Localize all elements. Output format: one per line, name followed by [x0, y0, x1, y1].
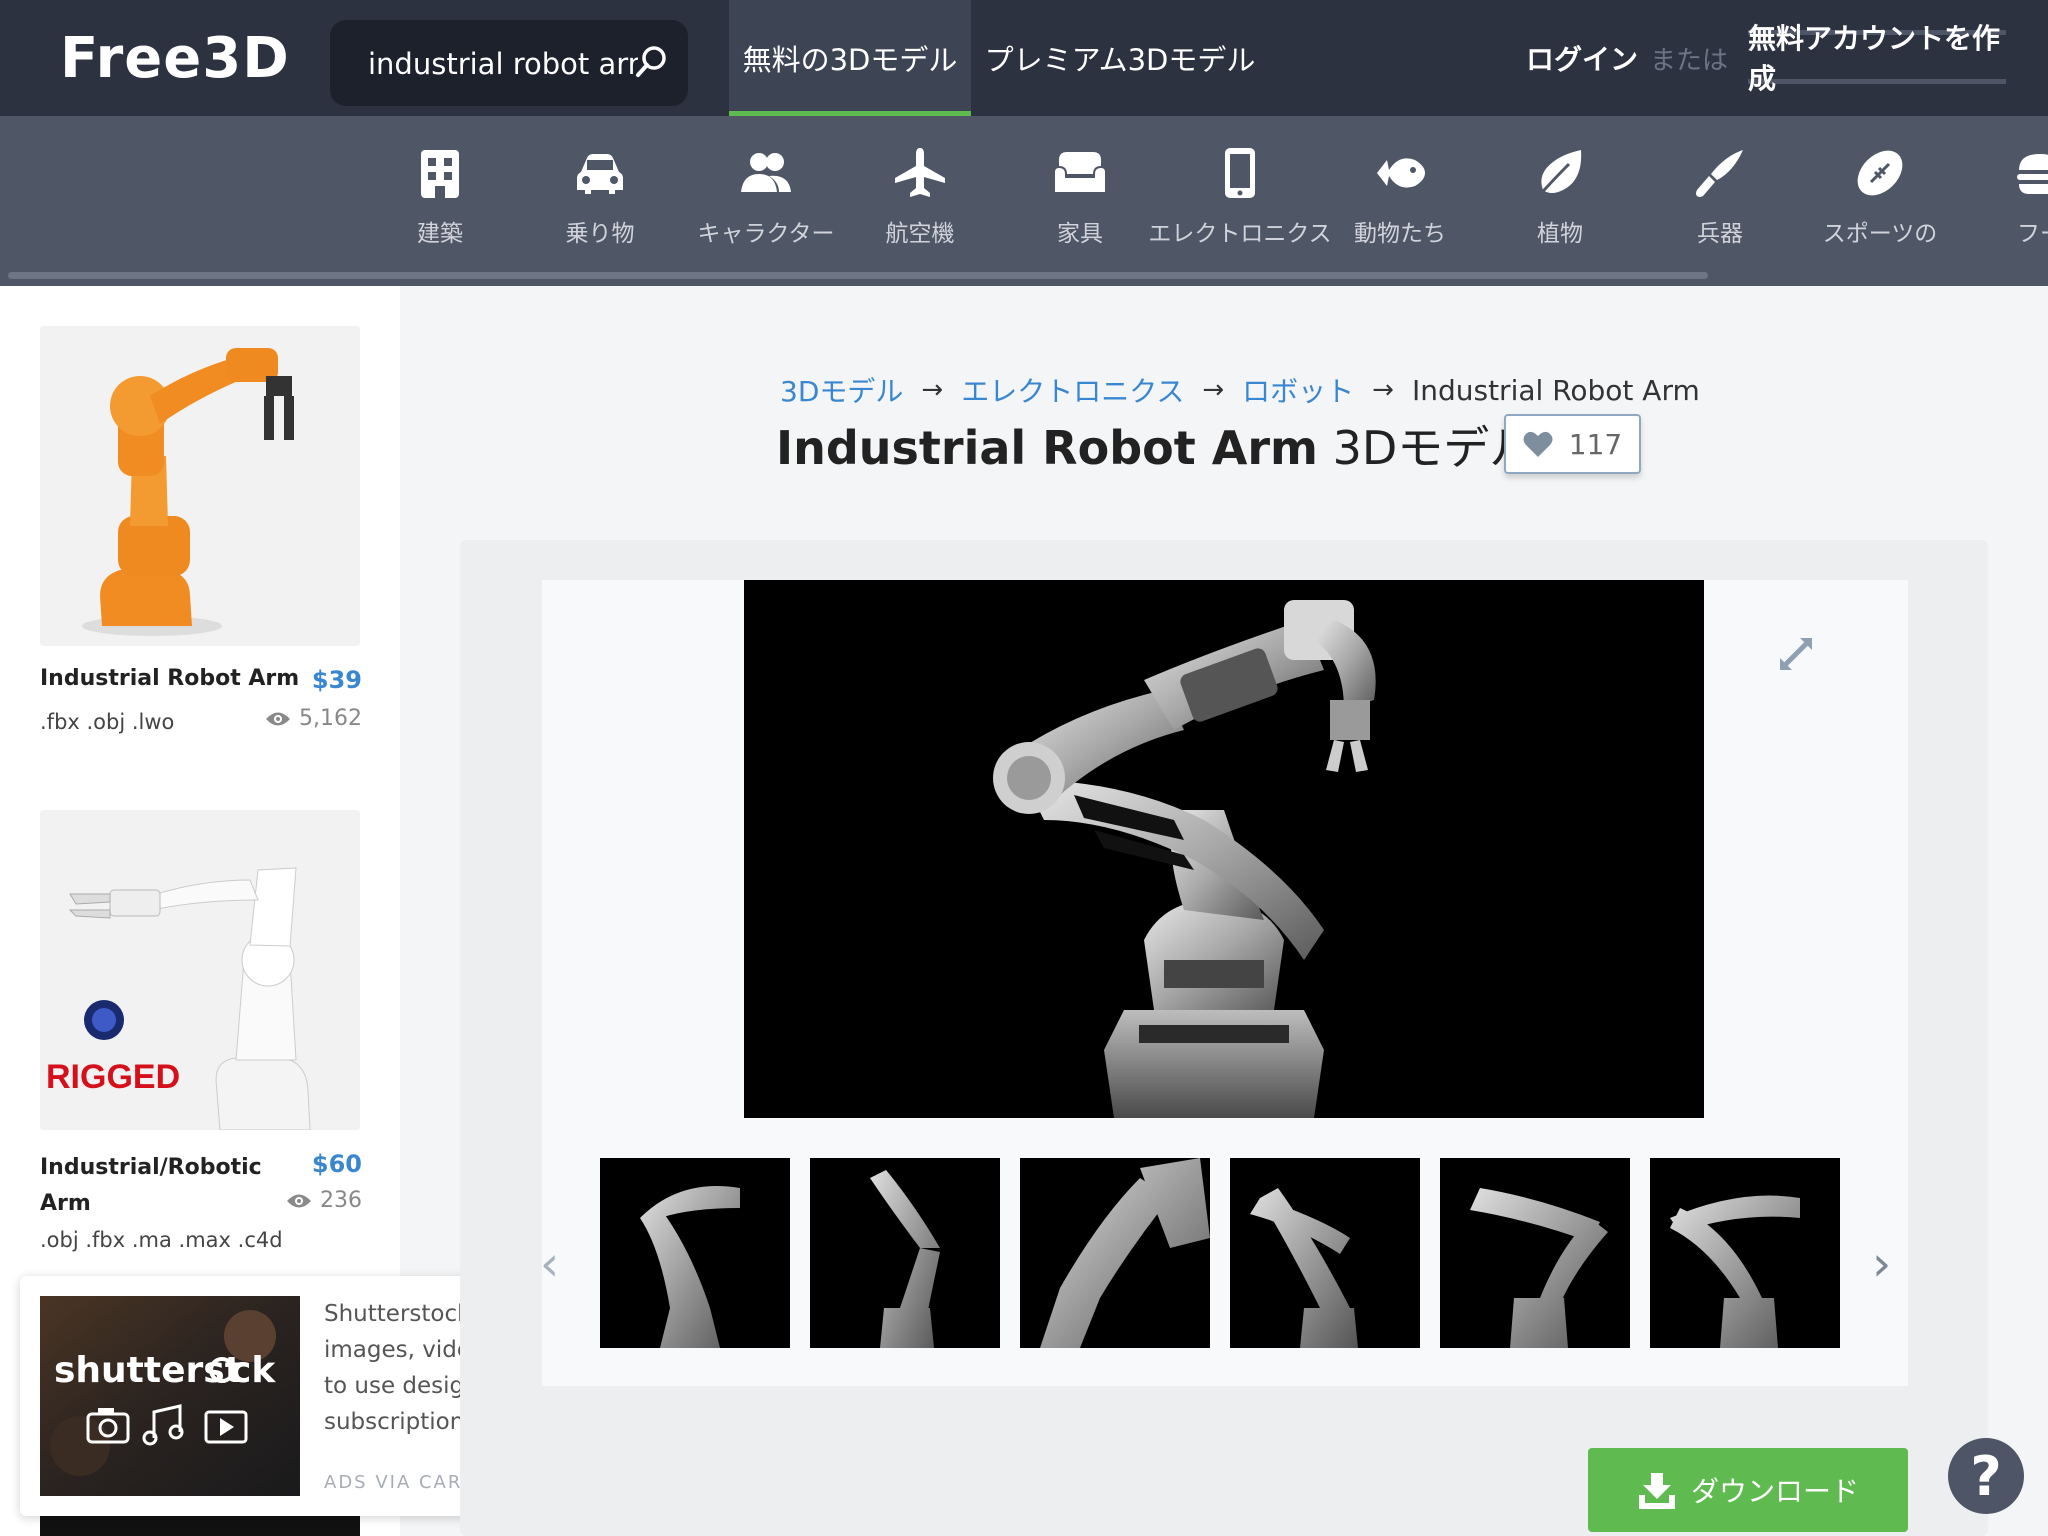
category-scrollbar[interactable] — [8, 272, 1708, 279]
category-furniture[interactable]: 家具 — [1000, 146, 1160, 256]
logo[interactable]: Free3D — [60, 26, 290, 91]
breadcrumb-link[interactable]: ロボット — [1242, 370, 1354, 410]
gallery-thumbnail[interactable] — [1230, 1158, 1420, 1348]
category-aircraft[interactable]: 航空機 — [840, 146, 1000, 256]
building-icon — [421, 150, 459, 198]
category-animals[interactable]: 動物たち — [1320, 146, 1480, 256]
eye-icon — [266, 712, 291, 725]
search-box — [330, 20, 688, 106]
breadcrumb: 3Dモデル → エレクトロニクス → ロボット → Industrial Rob… — [780, 370, 1700, 410]
category-label: 動物たち — [1354, 221, 1446, 247]
category-label: エレクトロニクス — [1148, 221, 1332, 247]
knife-icon — [1696, 150, 1743, 197]
download-icon — [1638, 1473, 1675, 1509]
car-icon — [577, 154, 623, 194]
thumbnail-prev-button[interactable]: ‹ — [540, 1236, 559, 1292]
login-link[interactable]: ログイン — [1526, 38, 1638, 78]
thumbnail-next-button[interactable]: › — [1872, 1236, 1891, 1292]
download-button[interactable]: ダウンロード — [1588, 1448, 1908, 1532]
category-label: スポーツの — [1822, 221, 1938, 247]
related-model-thumbnail[interactable] — [40, 326, 360, 646]
help-button[interactable]: ? — [1948, 1438, 2024, 1514]
people-icon — [741, 153, 791, 192]
heart-icon — [1523, 431, 1553, 457]
like-count: 117 — [1568, 427, 1623, 461]
category-label: キャラクター — [697, 221, 835, 247]
related-model-thumbnail[interactable]: RIGGED — [40, 810, 360, 1130]
top-navigation-bar: Free3D 無料の3Dモデル プレミアム3Dモデル ログイン または 無料アカ… — [0, 0, 2048, 116]
category-food[interactable]: フー — [1960, 146, 2048, 256]
related-model-title[interactable]: Industrial Robot Arm — [40, 666, 299, 691]
expand-icon[interactable] — [1776, 634, 1816, 674]
football-icon — [1857, 150, 1903, 196]
food-icon — [2017, 154, 2048, 194]
or-text: または — [1650, 46, 1729, 76]
tab-premium-models[interactable]: プレミアム3Dモデル — [975, 0, 1265, 116]
model-title: Industrial Robot Arm — [776, 421, 1318, 475]
related-model-views: 236 — [286, 1188, 362, 1213]
category-label: 航空機 — [885, 221, 955, 247]
category-bar: 建築 乗り物 キャラクター 航空機 家具 エレクトロニクス 動物たち 植物 兵器… — [0, 116, 2048, 286]
breadcrumb-link[interactable]: 3Dモデル — [780, 370, 903, 410]
category-vehicles[interactable]: 乗り物 — [520, 146, 680, 256]
signup-button[interactable]: 無料アカウントを作成 — [1748, 22, 2006, 95]
category-label: 乗り物 — [565, 221, 635, 247]
like-button[interactable]: 117 — [1504, 414, 1641, 474]
breadcrumb-link[interactable]: エレクトロニクス — [961, 370, 1184, 410]
related-model-price: $39 — [311, 666, 362, 694]
phone-icon — [1225, 148, 1255, 198]
related-model-card[interactable]: RIGGED Industrial/Robotic Arm $60 236 .o… — [40, 810, 362, 1258]
leaf-icon — [1535, 150, 1582, 199]
related-model-thumbnail[interactable] — [40, 1514, 360, 1536]
views-count: 236 — [320, 1188, 362, 1213]
rigged-badge: RIGGED — [46, 1058, 180, 1096]
sofa-icon — [1055, 152, 1105, 192]
related-model-views: 5,162 — [265, 706, 362, 731]
category-plants[interactable]: 植物 — [1480, 146, 1640, 256]
category-label: フー — [2017, 221, 2048, 247]
views-count: 5,162 — [299, 706, 362, 731]
related-model-price: $60 — [311, 1150, 362, 1178]
breadcrumb-current: Industrial Robot Arm — [1411, 373, 1700, 407]
shutterstock-logo: shutterst — [54, 1350, 242, 1391]
category-label: 兵器 — [1697, 221, 1743, 247]
thumbnail-strip — [600, 1158, 1840, 1348]
gallery-thumbnail[interactable] — [810, 1158, 1000, 1348]
arrow-right-icon: → — [1202, 375, 1225, 405]
download-label: ダウンロード — [1690, 1475, 1859, 1508]
tab-free-models[interactable]: 無料の3Dモデル — [729, 0, 971, 116]
category-label: 建築 — [417, 221, 463, 247]
gallery-thumbnail[interactable] — [1440, 1158, 1630, 1348]
arrow-right-icon: → — [921, 375, 944, 405]
category-architecture[interactable]: 建築 — [360, 146, 520, 256]
ad-image[interactable]: shutterst ck — [40, 1296, 300, 1496]
category-weapons[interactable]: 兵器 — [1640, 146, 1800, 256]
page-title: Industrial Robot Arm 3Dモデル — [776, 412, 1535, 478]
arrow-right-icon: → — [1372, 375, 1394, 405]
related-model-title[interactable]: Industrial/Robotic Arm — [40, 1150, 262, 1222]
svg-text:ck: ck — [230, 1350, 276, 1391]
category-sports[interactable]: スポーツの — [1800, 146, 1960, 256]
search-icon[interactable] — [632, 42, 672, 82]
gallery-thumbnail[interactable] — [1650, 1158, 1840, 1348]
category-label: 家具 — [1057, 221, 1103, 247]
related-model-formats: .fbx .obj .lwo — [40, 710, 175, 734]
related-model-card[interactable]: Industrial Robot Arm $39 .fbx .obj .lwo … — [40, 326, 362, 740]
airplane-icon — [895, 148, 945, 197]
fish-icon — [1377, 158, 1425, 188]
related-model-formats: .obj .fbx .ma .max .c4d — [40, 1228, 283, 1252]
category-label: 植物 — [1537, 221, 1583, 247]
gallery-thumbnail[interactable] — [600, 1158, 790, 1348]
search-input[interactable] — [368, 44, 638, 84]
eye-icon — [287, 1194, 311, 1207]
category-electronics[interactable]: エレクトロニクス — [1148, 146, 1332, 256]
main-model-image[interactable] — [744, 580, 1704, 1118]
category-characters[interactable]: キャラクター — [686, 146, 846, 256]
gallery-thumbnail[interactable] — [1020, 1158, 1210, 1348]
